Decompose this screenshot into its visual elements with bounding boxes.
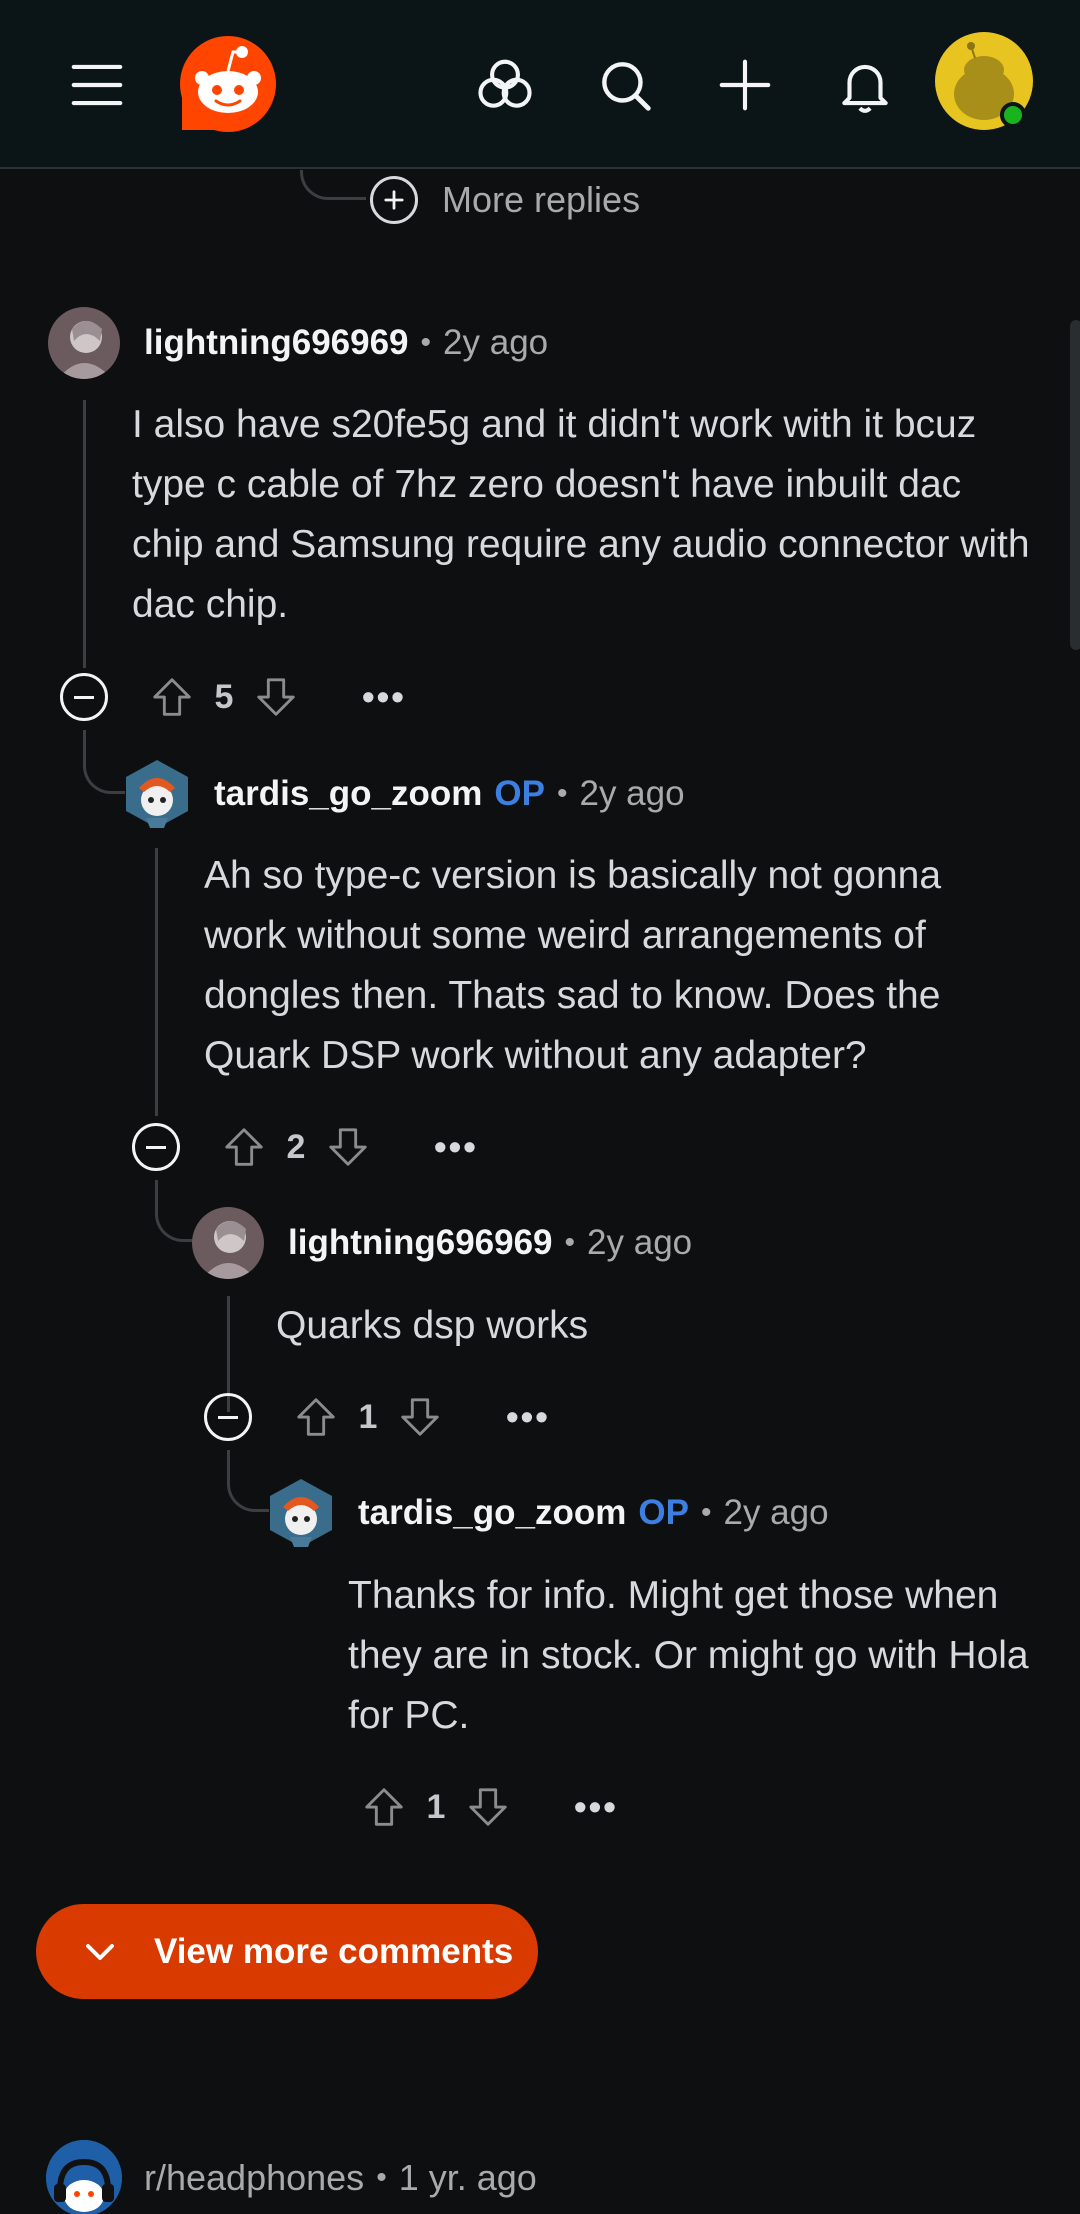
subreddit-name[interactable]: r/headphones [144, 2157, 364, 2199]
username[interactable]: tardis_go_zoom [358, 1493, 626, 1533]
upvote-button[interactable] [218, 1121, 270, 1173]
communities-button[interactable] [450, 30, 560, 140]
hex-snoo-avatar-icon [270, 1479, 332, 1547]
collapse-thread-button[interactable] [60, 673, 108, 721]
op-badge: OP [638, 1493, 689, 1532]
username[interactable]: lightning696969 [144, 323, 409, 363]
reddit-logo[interactable] [178, 34, 278, 134]
upvote-button[interactable] [146, 671, 198, 723]
downvote-button[interactable] [322, 1121, 374, 1173]
op-badge: OP [494, 774, 545, 813]
username[interactable]: tardis_go_zoom [214, 774, 482, 814]
menu-icon [71, 64, 123, 106]
username[interactable]: lightning696969 [288, 1223, 553, 1263]
reddit-logo-icon [180, 36, 276, 132]
post-time: 1 yr. ago [398, 2157, 537, 2198]
user-avatar[interactable] [192, 1207, 264, 1279]
comment-body: Ah so type-c version is basically not go… [204, 854, 942, 1077]
scrollbar[interactable] [1070, 320, 1080, 650]
upvote-button[interactable] [358, 1781, 410, 1833]
timestamp: 2y ago [443, 323, 549, 362]
separator-dot: • [700, 1496, 712, 1529]
downvote-arrow-icon [401, 1398, 439, 1436]
vote-score: 5 [214, 677, 234, 716]
subreddit-snoo-icon [46, 2140, 122, 2214]
thread-connector [155, 1180, 195, 1242]
more-replies-button[interactable]: More replies [370, 175, 640, 225]
thread-line [83, 400, 86, 668]
downvote-arrow-icon [469, 1788, 507, 1826]
upvote-arrow-icon [225, 1128, 263, 1166]
communities-icon [478, 59, 532, 108]
more-options-button[interactable]: ••• [434, 1126, 478, 1168]
user-avatar[interactable] [48, 307, 120, 379]
chevron-down-icon [86, 1943, 114, 1960]
separator-dot: • [564, 1226, 576, 1259]
comment-actions: 1 ••• [358, 1777, 618, 1837]
hex-snoo-avatar-icon [126, 760, 188, 828]
comment-actions: 1 ••• [204, 1387, 550, 1447]
downvote-arrow-icon [329, 1128, 367, 1166]
vote-score: 1 [426, 1787, 446, 1826]
user-avatar[interactable] [268, 1477, 334, 1549]
more-options-button[interactable]: ••• [574, 1786, 618, 1828]
next-post-header[interactable]: r/headphones • 1 yr. ago [46, 2140, 537, 2214]
search-icon [602, 62, 651, 111]
view-more-comments-button[interactable]: View more comments [36, 1904, 538, 1999]
search-button[interactable] [570, 30, 680, 140]
more-options-button[interactable]: ••• [506, 1396, 550, 1438]
upvote-arrow-icon [153, 678, 191, 716]
downvote-arrow-icon [257, 678, 295, 716]
timestamp: 2y ago [723, 1493, 829, 1532]
upvote-arrow-icon [365, 1788, 403, 1826]
separator-dot: • [376, 2161, 387, 2194]
comment-body: Thanks for info. Might get those when th… [348, 1574, 1029, 1737]
bell-icon [842, 64, 888, 113]
thread-connector [227, 1450, 269, 1512]
timestamp: 2y ago [587, 1223, 693, 1262]
upvote-arrow-icon [297, 1398, 335, 1436]
view-more-label: View more comments [154, 1931, 514, 1971]
separator-dot: • [556, 777, 568, 810]
comment-actions: 2 ••• [132, 1117, 478, 1177]
profile-photo-icon [192, 1207, 264, 1279]
comment-header: tardis_go_zoom OP • 2y ago [268, 1477, 829, 1549]
comment-header: tardis_go_zoom OP • 2y ago [124, 758, 685, 830]
thread-connector [300, 170, 366, 200]
vote-score: 2 [286, 1127, 306, 1166]
upvote-button[interactable] [290, 1391, 342, 1443]
comment-header: lightning696969 • 2y ago [192, 1207, 692, 1279]
top-app-bar [0, 0, 1080, 169]
comment-actions: 5 ••• [60, 667, 406, 727]
subreddit-avatar[interactable] [46, 2140, 122, 2214]
vote-score: 1 [358, 1397, 378, 1436]
thread-connector [83, 730, 125, 794]
profile-photo-icon [48, 307, 120, 379]
comment-body: I also have s20fe5g and it didn't work w… [132, 403, 1030, 626]
notifications-button[interactable] [810, 30, 920, 140]
downvote-button[interactable] [250, 671, 302, 723]
comment-body: Quarks dsp works [276, 1304, 589, 1347]
downvote-button[interactable] [462, 1781, 514, 1833]
timestamp: 2y ago [579, 774, 685, 813]
create-post-button[interactable] [690, 30, 800, 140]
online-status-dot [1000, 102, 1026, 128]
comment-header: lightning696969 • 2y ago [48, 307, 548, 379]
more-replies-label: More replies [442, 179, 641, 220]
more-options-button[interactable]: ••• [362, 676, 406, 718]
user-avatar[interactable] [124, 758, 190, 830]
collapse-thread-button[interactable] [132, 1123, 180, 1171]
plus-icon [719, 59, 771, 111]
thread-line [155, 848, 158, 1116]
plus-circle-icon [370, 176, 418, 224]
collapse-thread-button[interactable] [204, 1393, 252, 1441]
menu-button[interactable] [42, 30, 152, 140]
downvote-button[interactable] [394, 1391, 446, 1443]
separator-dot: • [420, 326, 432, 359]
